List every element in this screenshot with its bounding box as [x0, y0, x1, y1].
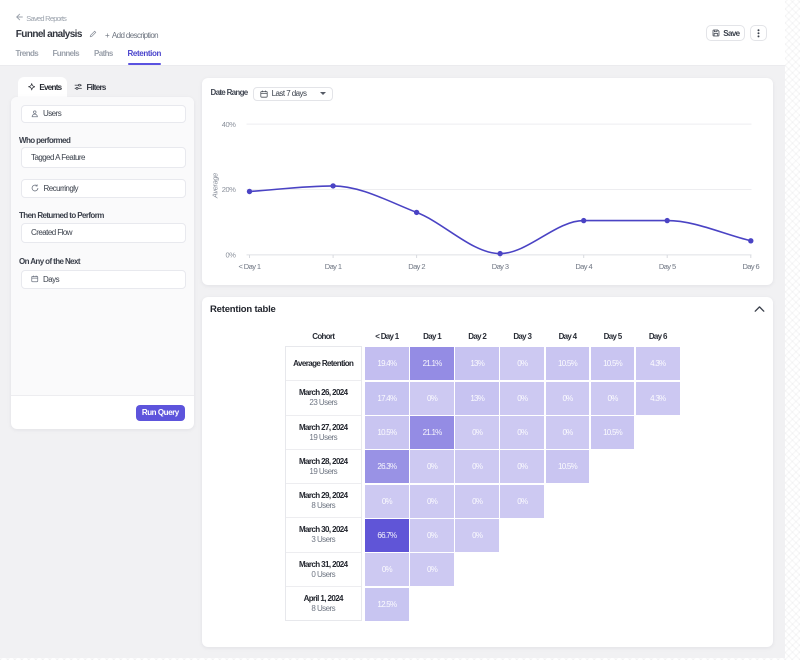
svg-text:Day 2: Day 2	[408, 262, 425, 271]
svg-text:Day 5: Day 5	[658, 262, 675, 271]
svg-text:Day 6: Day 6	[742, 262, 759, 271]
svg-text:Average: Average	[210, 173, 219, 199]
svg-text:< Day 1: < Day 1	[238, 262, 260, 271]
svg-text:0%: 0%	[225, 251, 236, 260]
svg-text:20%: 20%	[221, 186, 236, 195]
svg-text:40%: 40%	[221, 120, 236, 129]
svg-text:Day 3: Day 3	[491, 262, 508, 271]
svg-text:Day 1: Day 1	[324, 262, 341, 271]
svg-text:Day 4: Day 4	[575, 262, 592, 271]
